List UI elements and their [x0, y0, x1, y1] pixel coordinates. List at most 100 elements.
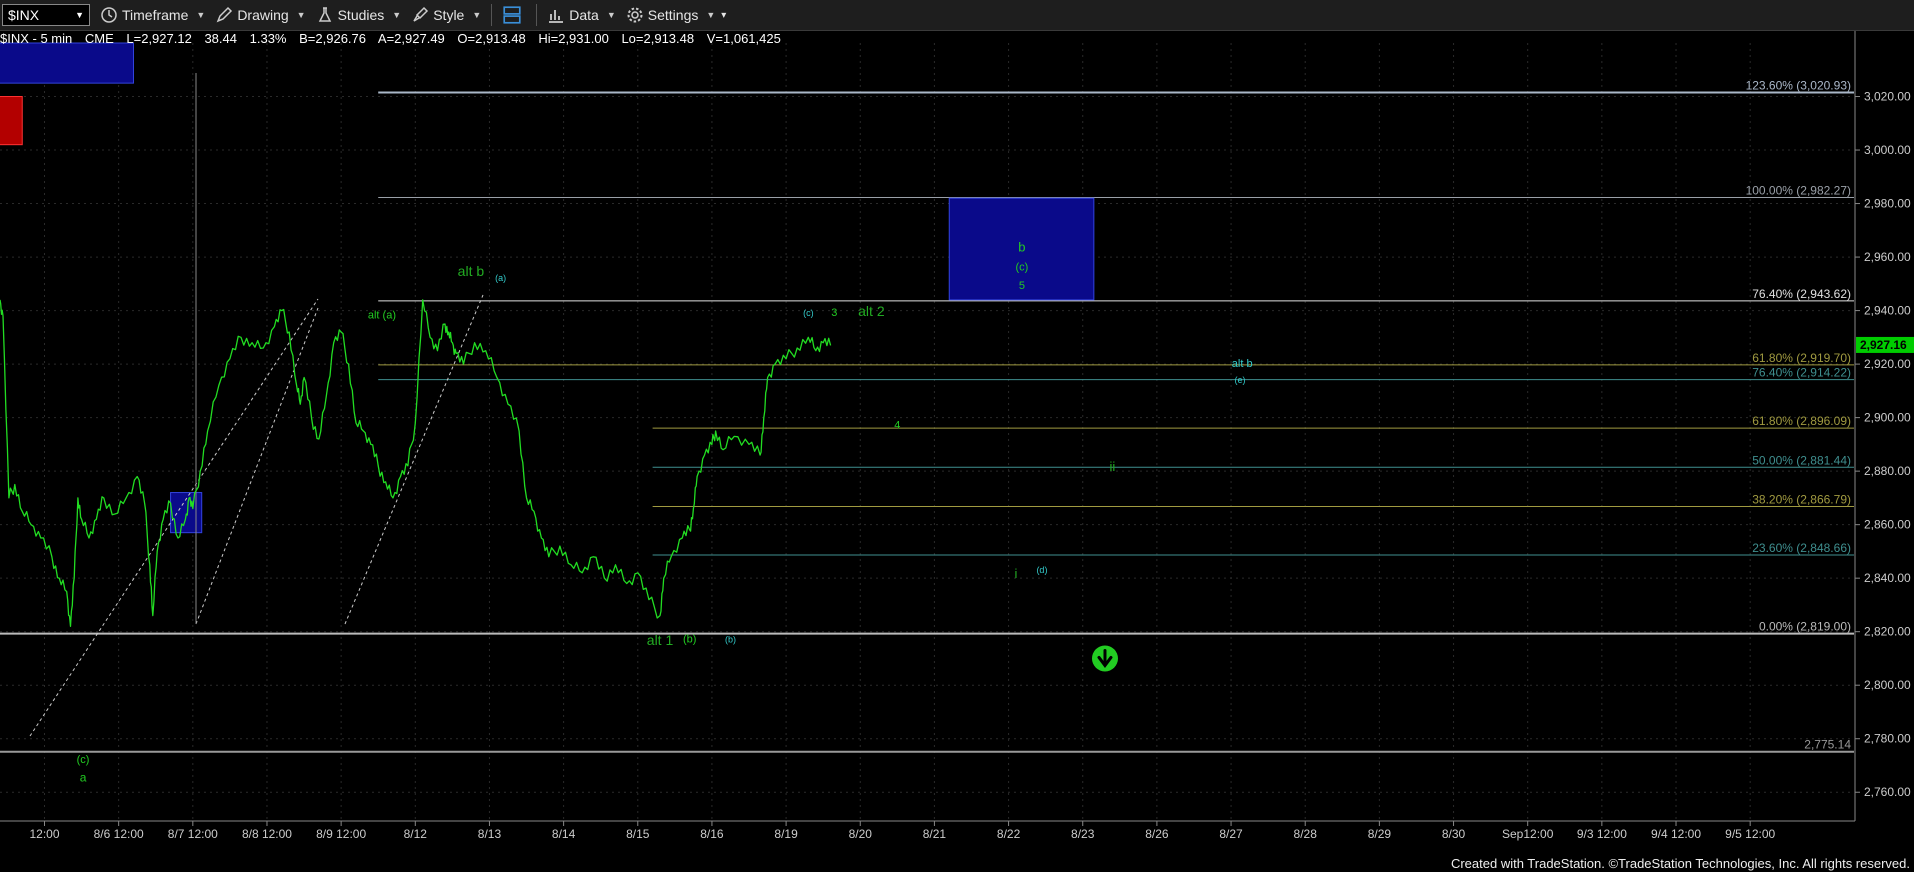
x-tick-label: 8/29: [1368, 827, 1392, 841]
wave-label: (c): [77, 754, 90, 766]
wave-label: alt 2: [858, 303, 885, 319]
wave-label: (b): [683, 633, 696, 645]
data-menu[interactable]: Data ▼: [547, 6, 616, 24]
wave-label: 3: [831, 307, 837, 319]
x-tick-label: 8/30: [1442, 827, 1466, 841]
caret-down-icon: ▼: [472, 10, 482, 20]
x-tick-label: 9/5 12:00: [1725, 827, 1775, 841]
brush-icon: [413, 6, 429, 22]
studies-label: Studies: [337, 7, 385, 23]
y-tick-label: 3,000.00: [1864, 143, 1911, 157]
target-box: [0, 42, 134, 84]
fib-level-label: 61.80% (2,896.09): [1752, 414, 1851, 428]
x-tick-label: 8/14: [552, 827, 576, 841]
y-tick-label: 2,920.00: [1864, 357, 1911, 371]
x-tick-label: 8/28: [1294, 827, 1318, 841]
fib-level-label: 2,775.14: [1804, 738, 1851, 752]
wave-label: a: [80, 771, 87, 785]
dashed-trendline: [195, 307, 319, 625]
y-tick-label: 2,860.00: [1864, 518, 1911, 532]
wave-label: (a): [495, 273, 506, 283]
style-label: Style: [433, 7, 465, 23]
pct-change: 1.33%: [249, 31, 287, 46]
x-tick-label: 8/6 12:00: [94, 827, 144, 841]
wave-label: (b): [725, 634, 736, 644]
y-tick-label: 2,980.00: [1864, 197, 1911, 211]
wave-label: alt 1: [647, 632, 674, 648]
exchange: CME: [84, 31, 114, 46]
x-tick-label: 12:00: [29, 827, 59, 841]
y-tick-label: 2,900.00: [1864, 411, 1911, 425]
style-menu[interactable]: Style ▼: [411, 6, 481, 24]
caret-down-icon: ▼: [392, 10, 402, 20]
boxes-layer: [0, 42, 1095, 534]
symbol-selector[interactable]: $INX ▼: [2, 4, 90, 26]
layout-button[interactable]: [502, 4, 526, 26]
fib-level-label: 123.60% (3,020.93): [1746, 79, 1851, 93]
x-tick-label: 8/20: [849, 827, 873, 841]
pencil-icon: [216, 6, 233, 23]
settings-label: Settings: [647, 7, 699, 23]
symbol-interval: $INX - 5 min: [0, 31, 73, 46]
drawing-label: Drawing: [237, 7, 289, 23]
fib-levels-layer: 123.60% (3,020.93) 100.00% (2,982.27) 76.4…: [0, 79, 1854, 753]
fib-level-label: 100.00% (2,982.27): [1746, 183, 1851, 197]
wave-label: 5: [1019, 280, 1025, 292]
dashed-trendline: [344, 294, 484, 625]
settings-menu[interactable]: Settings ▼: [626, 6, 716, 24]
data-label: Data: [569, 7, 599, 23]
y-tick-label: 2,840.00: [1864, 571, 1911, 585]
toolbar: $INX ▼ Timeframe ▼ Drawing ▼ Studies ▼ S…: [0, 0, 1914, 31]
x-tick-label: 8/9 12:00: [316, 827, 366, 841]
x-tick-label: 8/23: [1071, 827, 1095, 841]
chevron-down-icon: ▼: [75, 10, 84, 20]
x-tick-label: 8/21: [923, 827, 947, 841]
target-box: [0, 96, 23, 146]
drawing-menu[interactable]: Drawing ▼: [215, 6, 306, 24]
wave-label: (d): [1036, 565, 1047, 575]
layout-icon: [503, 6, 521, 24]
y-tick-label: 2,760.00: [1864, 785, 1911, 799]
x-tick-label: 8/13: [478, 827, 502, 841]
price-chart[interactable]: 123.60% (3,020.93) 100.00% (2,982.27) 76.4…: [0, 31, 1914, 872]
wave-label: (c): [803, 308, 814, 318]
flask-icon: [318, 7, 331, 22]
caret-down-icon: ▼: [296, 10, 306, 20]
studies-menu[interactable]: Studies ▼: [316, 6, 402, 24]
wave-labels-layer: (c)aalt b (a)alt (a) (c) 3 alt 2b(c)54iii (d)…: [77, 240, 1253, 785]
wave-label: b: [1018, 240, 1025, 255]
ask-price: A=2,927.49: [377, 31, 445, 46]
quote-info-bar: $INX - 5 min CME L=2,927.12 38.44 1.33% …: [0, 31, 790, 46]
bar-chart-icon: [549, 10, 564, 23]
timeframe-menu[interactable]: Timeframe ▼: [100, 6, 205, 24]
y-tick-label: 2,940.00: [1864, 304, 1911, 318]
x-tick-label: 8/27: [1219, 827, 1243, 841]
y-tick-label: 2,960.00: [1864, 250, 1911, 264]
x-tick-label: 8/22: [997, 827, 1021, 841]
caret-down-icon: ▼: [606, 10, 616, 20]
axis-layer: 2,760.00 2,780.00 2,800.00 2,820.00 2,840.00…: [0, 31, 1914, 841]
y-tick-label: 2,800.00: [1864, 678, 1911, 692]
net-change: 38.44: [204, 31, 237, 46]
more-button[interactable]: ▾: [721, 10, 726, 21]
wave-label: i: [1015, 566, 1018, 581]
volume: V=1,061,425: [706, 31, 781, 46]
fib-level-label: 61.80% (2,919.70): [1752, 351, 1851, 365]
wave-label: 4: [894, 419, 900, 431]
y-tick-label: 3,020.00: [1864, 90, 1911, 104]
down-arrow-icon: [1091, 645, 1118, 672]
y-tick-label: 2,880.00: [1864, 464, 1911, 478]
toolbar-divider: [491, 4, 493, 26]
x-tick-label: 8/8 12:00: [242, 827, 292, 841]
caret-down-icon: ▼: [706, 10, 716, 20]
wave-label: ii: [1110, 459, 1116, 474]
high-price: Hi=2,931.00: [538, 31, 609, 46]
y-tick-label: 2,780.00: [1864, 732, 1911, 746]
x-tick-label: 8/12: [404, 827, 428, 841]
x-tick-label: 8/7 12:00: [168, 827, 218, 841]
wave-label: alt b: [1232, 358, 1253, 370]
open-price: O=2,913.48: [457, 31, 526, 46]
timeframe-label: Timeframe: [122, 7, 189, 23]
x-tick-label: Sep12:00: [1502, 827, 1554, 841]
wave-label: (c): [1016, 261, 1029, 273]
